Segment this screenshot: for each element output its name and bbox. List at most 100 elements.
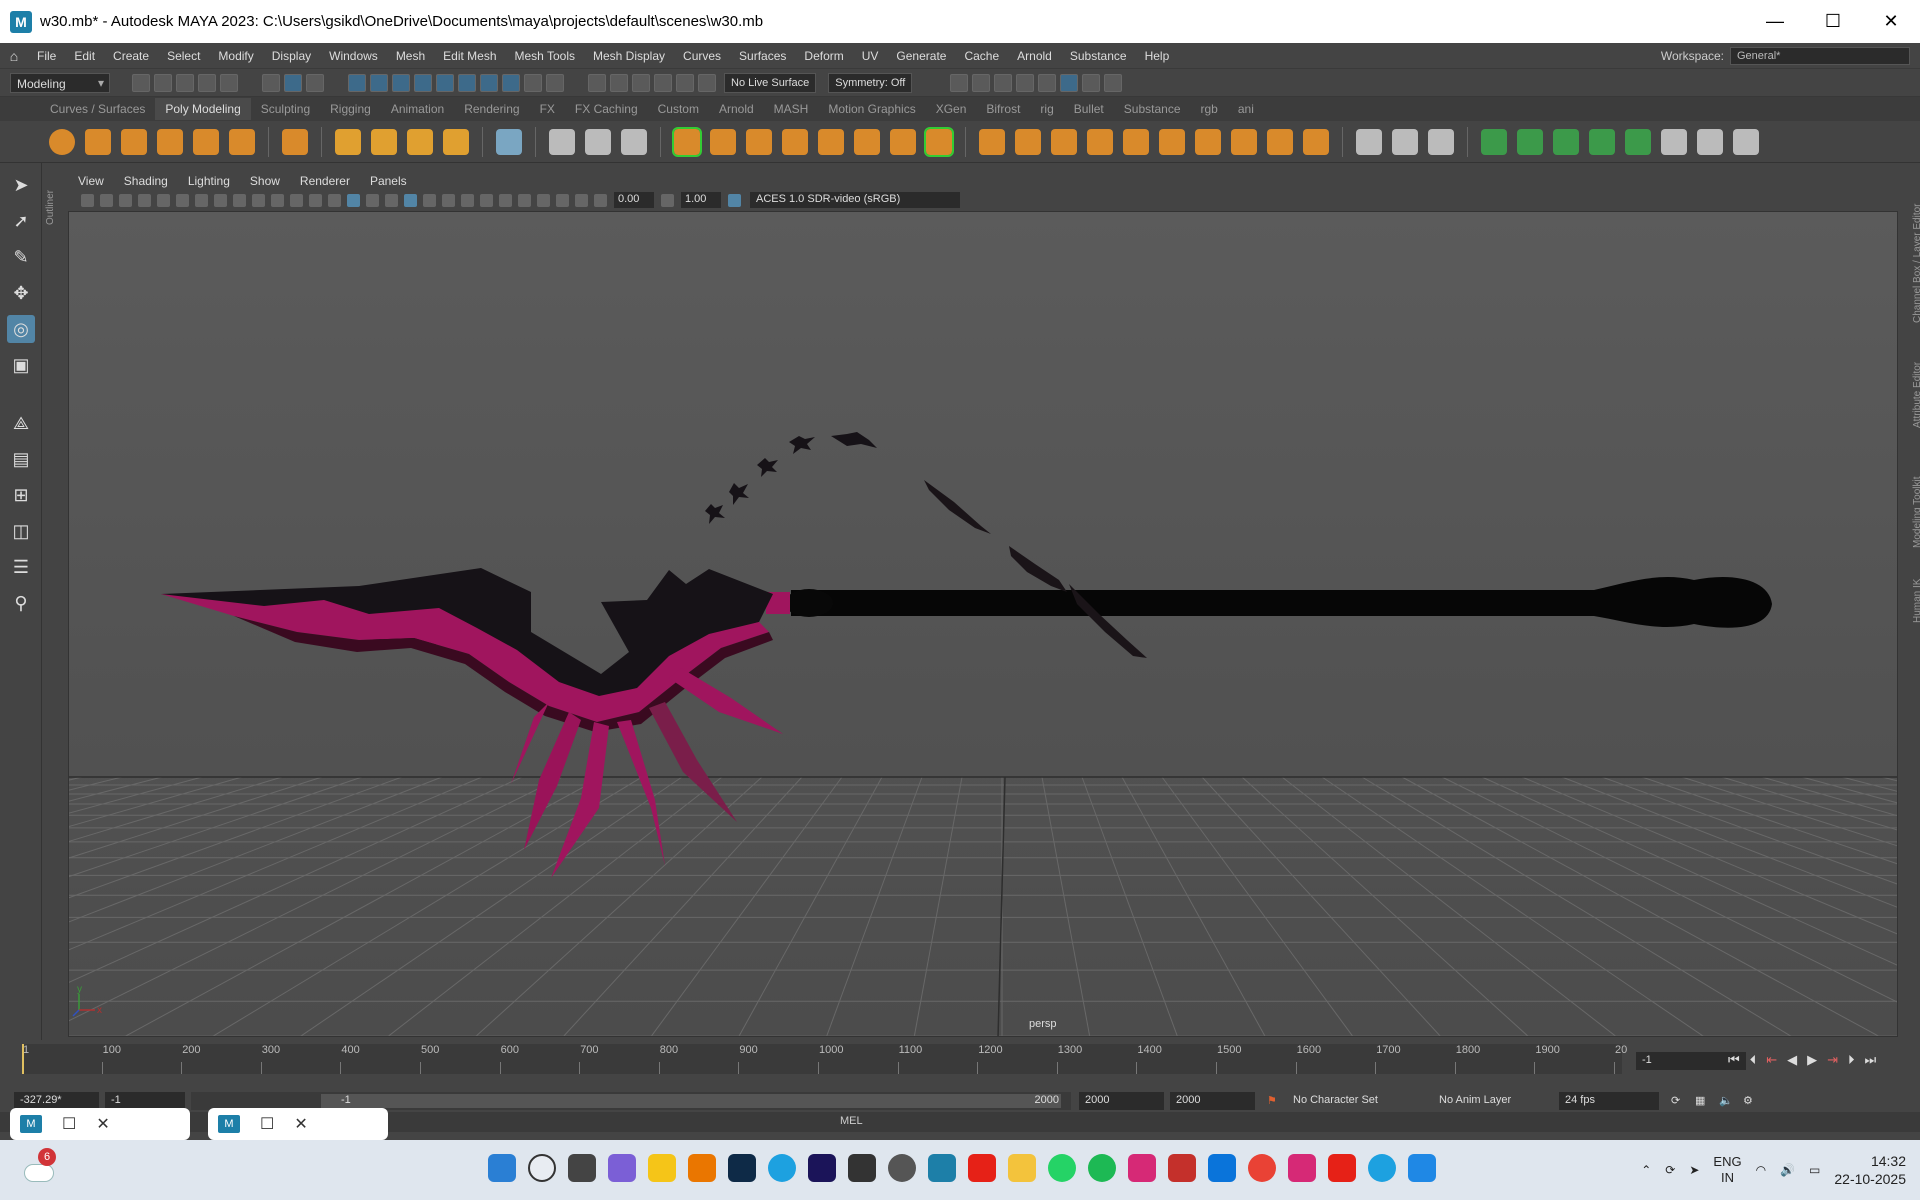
select-surfaces-icon[interactable] (414, 73, 432, 92)
tab-rig[interactable]: rig (1030, 98, 1063, 120)
symmetry-dropdown[interactable]: Symmetry: Off (828, 72, 913, 93)
select-curves-icon[interactable] (392, 73, 410, 92)
perspective-viewport[interactable]: y x persp (68, 211, 1898, 1037)
copilot-icon[interactable] (608, 1154, 636, 1182)
rotate-tool-icon[interactable]: ◎ (7, 315, 35, 343)
poly-plane-icon[interactable] (229, 128, 255, 155)
step-forward-key-icon[interactable]: ⇥ (1827, 1052, 1838, 1068)
restore-icon[interactable]: ☐ (62, 1114, 76, 1134)
bookmarks-icon[interactable] (119, 193, 132, 207)
time-ruler[interactable]: 1 100 200 300 400 500 600 700 800 900 1000 1100 1200… (22, 1044, 1627, 1074)
start-icon[interactable] (488, 1154, 516, 1182)
arnold-ipr-icon[interactable] (1082, 73, 1101, 92)
step-back-frame-icon[interactable]: ⏴ (1750, 1052, 1757, 1068)
close-icon[interactable]: ✕ (294, 1114, 307, 1134)
safe-title-icon[interactable] (309, 193, 322, 207)
four-view-layout-icon[interactable]: ⊞ (7, 481, 35, 509)
default-material-icon[interactable] (366, 193, 379, 207)
highlight-selection-icon[interactable] (546, 73, 564, 92)
menu-modify[interactable]: Modify (209, 49, 262, 63)
green-shelf-tool-1-icon[interactable] (1481, 128, 1507, 155)
character-set-dropdown[interactable]: No Character Set (1287, 1092, 1427, 1110)
select-tool-icon[interactable]: ➤ (7, 171, 35, 199)
select-misc-icon[interactable] (502, 73, 520, 92)
field-chart-icon[interactable] (271, 193, 284, 207)
edge-2-icon[interactable] (1368, 1154, 1396, 1182)
poly-sphere-icon[interactable] (49, 128, 75, 155)
separate-icon[interactable] (710, 128, 736, 155)
menu-create[interactable]: Create (104, 49, 158, 63)
select-handles-icon[interactable] (348, 73, 366, 92)
menu-arnold[interactable]: Arnold (1008, 49, 1061, 63)
maximize-button[interactable]: ☐ (1804, 0, 1862, 43)
tab-mash[interactable]: MASH (764, 98, 819, 120)
textured-icon[interactable] (404, 193, 417, 207)
search-icon[interactable] (528, 1154, 556, 1182)
spotify-icon[interactable] (1088, 1154, 1116, 1182)
render-frame-icon[interactable] (950, 73, 969, 92)
gamma-icon[interactable] (661, 193, 674, 207)
step-back-key-icon[interactable]: ⇤ (1766, 1052, 1777, 1068)
open-scene-icon[interactable] (154, 73, 172, 92)
save-scene-icon[interactable] (176, 73, 194, 92)
arnold-render-icon[interactable] (1060, 73, 1079, 92)
select-by-object-icon[interactable] (284, 73, 302, 92)
step-forward-frame-icon[interactable]: ⏵ (1848, 1052, 1855, 1068)
snap-view-plane-icon[interactable] (654, 73, 672, 92)
camera-attributes-icon[interactable] (100, 193, 113, 207)
red-app-icon[interactable] (1168, 1154, 1196, 1182)
extrude-icon[interactable] (979, 128, 1005, 155)
menu-deform[interactable]: Deform (795, 49, 852, 63)
poly-torus-icon[interactable] (193, 128, 219, 155)
shadows-icon[interactable] (442, 193, 455, 207)
multisample-aa-icon[interactable] (499, 193, 512, 207)
tab-fx-caching[interactable]: FX Caching (565, 98, 648, 120)
image-plane-icon[interactable] (138, 193, 151, 207)
restore-icon[interactable]: ☐ (260, 1114, 274, 1134)
film-gate-icon[interactable] (214, 193, 227, 207)
select-by-hierarchy-icon[interactable] (262, 73, 280, 92)
panel-menu-lighting[interactable]: Lighting (178, 174, 240, 188)
last-tool-icon[interactable]: ⟁ (7, 409, 35, 437)
clock[interactable]: 14:32 22-10-2025 (1834, 1152, 1906, 1188)
target-weld-icon[interactable] (549, 128, 575, 155)
poly-platonic-icon[interactable] (282, 128, 308, 155)
bridge-icon[interactable] (1015, 128, 1041, 155)
boolean-difference-icon[interactable] (890, 128, 916, 155)
tab-rgb[interactable]: rgb (1191, 98, 1228, 120)
snap-curve-icon[interactable] (610, 73, 628, 92)
select-rendering-icon[interactable] (480, 73, 498, 92)
menu-mesh-display[interactable]: Mesh Display (584, 49, 674, 63)
paint-select-tool-icon[interactable]: ✎ (7, 243, 35, 271)
ipr-render-icon[interactable] (994, 73, 1013, 92)
panel-menu-show[interactable]: Show (240, 174, 290, 188)
menu-edit[interactable]: Edit (65, 49, 104, 63)
gate-mask-icon[interactable] (252, 193, 265, 207)
color-management-icon[interactable] (728, 193, 741, 207)
edge-icon[interactable] (768, 1154, 796, 1182)
tab-motion-graphics[interactable]: Motion Graphics (818, 98, 925, 120)
sound-icon[interactable]: 🔈 (1713, 1092, 1733, 1110)
menu-file[interactable]: File (28, 49, 65, 63)
fps-dropdown[interactable]: 24 fps (1559, 1092, 1659, 1110)
type-tool-icon[interactable] (407, 128, 433, 155)
anim-layer-dropdown[interactable]: No Anim Layer (1433, 1092, 1553, 1110)
tab-fx[interactable]: FX (530, 98, 565, 120)
live-surface-field[interactable]: No Live Surface (724, 72, 817, 93)
xray-icon[interactable] (556, 193, 569, 207)
snap-option-icon[interactable] (698, 73, 716, 92)
lasso-tool-icon[interactable]: ➚ (7, 207, 35, 235)
volume-icon[interactable]: 🔊 (1780, 1163, 1795, 1177)
current-time-marker[interactable] (22, 1044, 24, 1074)
resolution-gate-icon[interactable] (233, 193, 246, 207)
pause-icon[interactable] (1104, 73, 1123, 92)
close-icon[interactable]: ✕ (96, 1114, 109, 1134)
bevel-icon[interactable] (1051, 128, 1077, 155)
tab-sculpting[interactable]: Sculpting (251, 98, 320, 120)
tab-rigging[interactable]: Rigging (320, 98, 381, 120)
combine-icon[interactable] (672, 126, 702, 157)
outliner-side-tab[interactable]: Outliner (42, 175, 62, 235)
menu-generate[interactable]: Generate (887, 49, 955, 63)
capcut-icon[interactable] (848, 1154, 876, 1182)
photos-icon[interactable] (1408, 1154, 1436, 1182)
